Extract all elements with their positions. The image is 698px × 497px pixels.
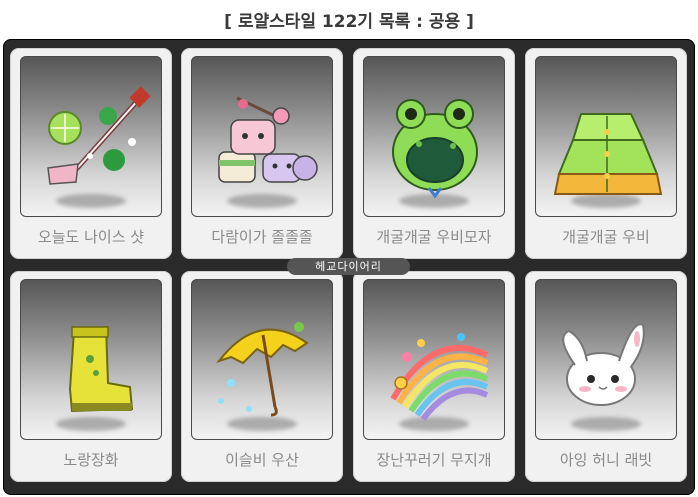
item-card-squirrel[interactable]: 다람이가 졸졸졸 — [181, 48, 343, 259]
item-card-golf[interactable]: 오늘도 나이스 샷 — [10, 48, 172, 259]
item-icon-well — [191, 56, 333, 217]
item-icon-well — [535, 56, 677, 217]
frog-hat-icon — [392, 99, 478, 199]
frog-raincoat-icon — [553, 113, 663, 195]
item-icon-well — [363, 279, 505, 440]
item-card-yellow-boot[interactable]: 노랑장화 — [10, 271, 172, 482]
watermark-badge: 헤교다이어리 — [287, 258, 410, 275]
item-icon-well — [535, 279, 677, 440]
item-label: 오늘도 나이스 샷 — [37, 228, 145, 246]
page-title: [ 로얄스타일 122기 목록 : 공용 ] — [224, 12, 474, 32]
item-icon-well — [363, 56, 505, 217]
item-card-frog-hat[interactable]: 개굴개굴 우비모자 — [353, 48, 515, 259]
item-label: 노랑장화 — [63, 451, 119, 469]
item-card-frog-raincoat[interactable]: 개굴개굴 우비 — [525, 48, 687, 259]
item-label: 이슬비 우산 — [225, 451, 299, 469]
golf-club-icon — [47, 86, 151, 185]
item-card-bunny[interactable]: 아잉 허니 래빗 — [525, 271, 687, 482]
item-label: 장난꾸러기 무지개 — [376, 451, 492, 469]
squirrel-pile-icon — [218, 96, 318, 183]
yellow-umbrella-icon — [216, 322, 309, 417]
item-label: 개굴개굴 우비모자 — [376, 228, 492, 246]
item-card-umbrella[interactable]: 이슬비 우산 — [181, 271, 343, 482]
item-label: 다람이가 졸졸졸 — [211, 228, 313, 246]
yellow-boot-icon — [68, 325, 134, 413]
item-icon-well — [20, 279, 162, 440]
item-icon-well — [191, 279, 333, 440]
item-label: 아잉 허니 래빗 — [559, 451, 653, 469]
item-label: 개굴개굴 우비 — [562, 228, 650, 246]
item-card-rainbow[interactable]: 장난꾸러기 무지개 — [353, 271, 515, 482]
bunny-icon — [562, 323, 645, 406]
item-icon-well — [20, 56, 162, 217]
rainbow-icon — [390, 333, 489, 421]
